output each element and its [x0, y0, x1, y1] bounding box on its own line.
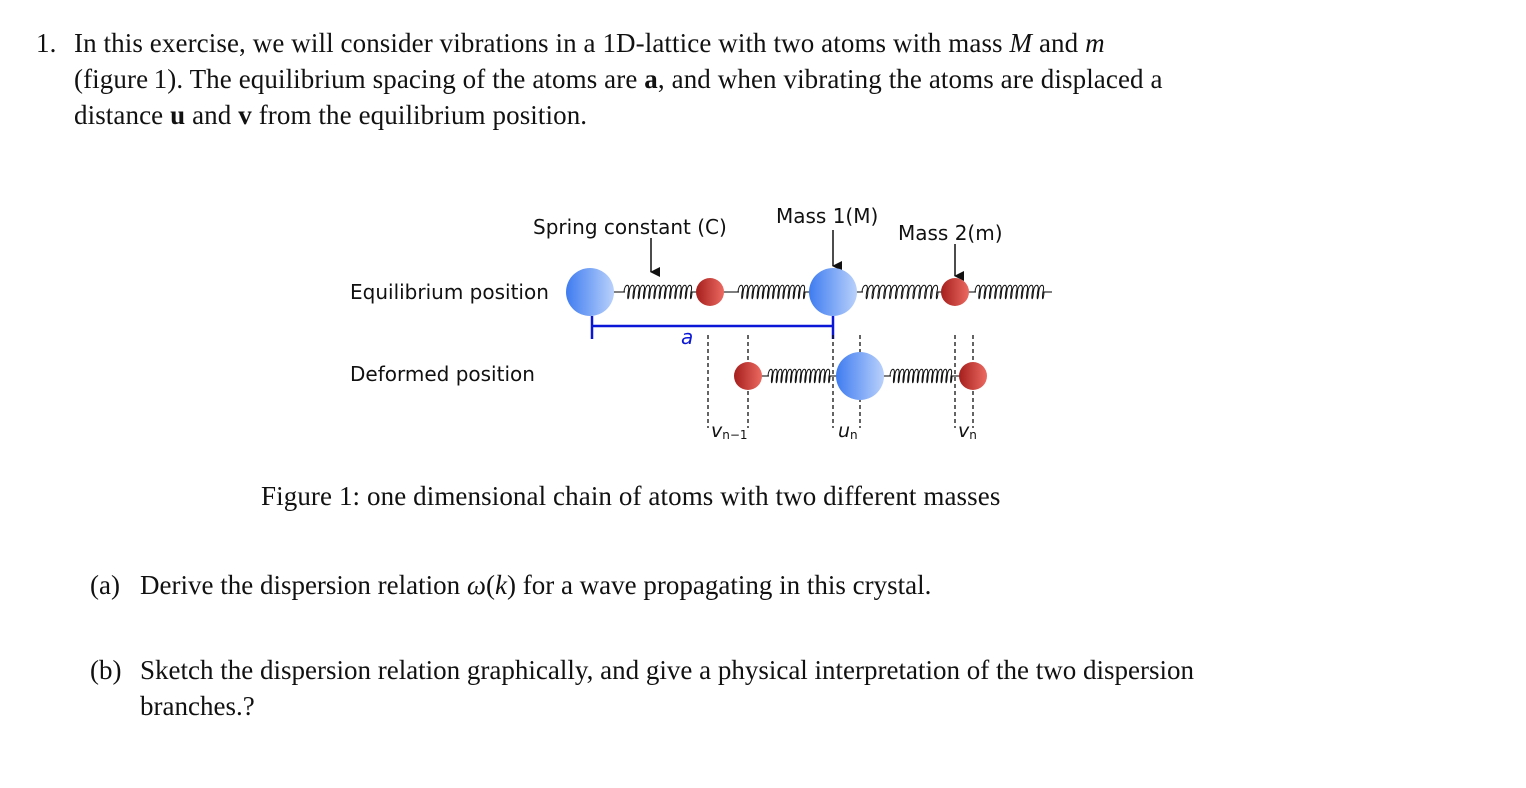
- deformed-position-label: Deformed position: [350, 362, 535, 386]
- deformed-chain: [734, 352, 987, 400]
- part-a-label: (a): [90, 570, 120, 600]
- figure-caption: Figure 1: one dimensional chain of atoms…: [261, 481, 1001, 511]
- light-atom-displaced: [734, 362, 762, 390]
- omega-symbol: ω: [466, 570, 486, 600]
- heavy-atom-displaced: [836, 352, 884, 400]
- spring-constant-label: Spring constant (C): [533, 215, 727, 239]
- light-atom-displaced: [959, 362, 987, 390]
- spacing-bracket: [590, 316, 835, 339]
- part-b: (b) Sketch the dispersion relation graphi…: [90, 652, 1194, 724]
- v-n-label: vn: [958, 420, 977, 442]
- mass2-label: Mass 2(m): [898, 221, 1003, 245]
- heavy-atom: [566, 268, 614, 316]
- light-atom: [696, 278, 724, 306]
- light-atom: [941, 278, 969, 306]
- equilibrium-position-label: Equilibrium position: [350, 280, 549, 304]
- u-n-label: un: [838, 420, 858, 442]
- part-a: (a) Derive the dispersion relation ω(k) f…: [90, 567, 931, 603]
- equilibrium-chain: [566, 268, 1052, 316]
- spacing-label: a: [681, 325, 693, 349]
- v-n-minus-1-label: vn−1: [711, 420, 748, 442]
- k-symbol: k: [494, 570, 507, 600]
- heavy-atom: [809, 268, 857, 316]
- mass1-label: Mass 1(M): [776, 204, 878, 228]
- part-b-label: (b): [90, 655, 122, 685]
